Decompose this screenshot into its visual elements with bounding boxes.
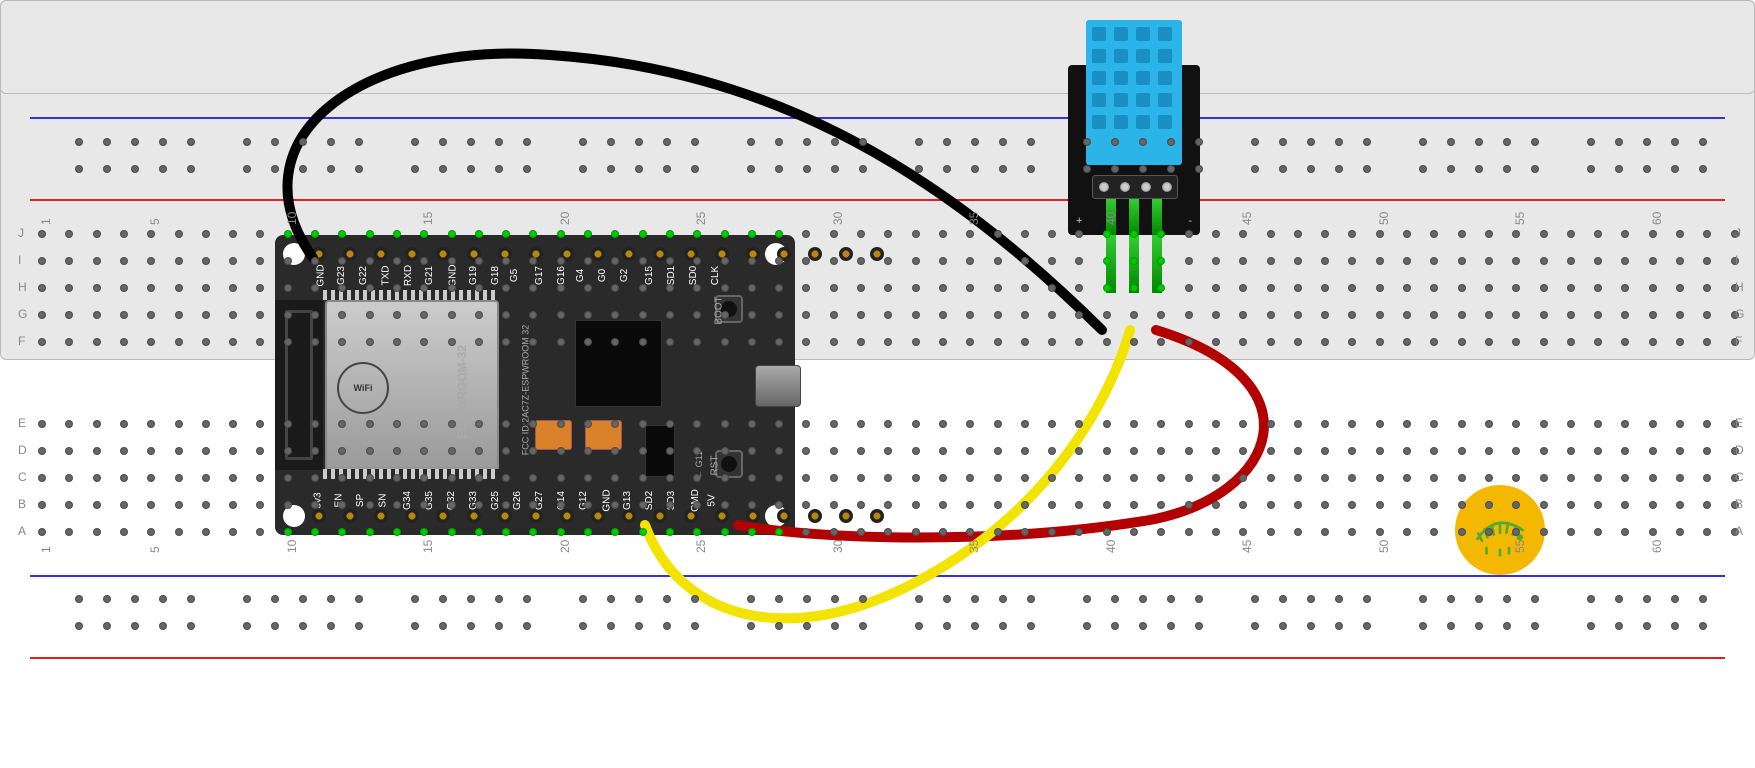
pin-g22: G22 <box>358 266 369 285</box>
col-30: 30 <box>831 212 845 225</box>
pin-g21: G21 <box>424 266 435 285</box>
dht11-module: + - <box>1068 65 1200 235</box>
pin-sd1: SD1 <box>666 266 677 285</box>
pin-g18: G18 <box>490 266 501 285</box>
esp32-shield: WiFi <box>325 300 499 474</box>
pin-clk: CLK <box>710 266 721 285</box>
col-25: 25 <box>694 212 708 225</box>
pin-5v: 5V <box>707 494 718 506</box>
col-40: 40 <box>1104 212 1118 225</box>
col-60: 60 <box>1650 540 1664 553</box>
pin-gnd: GND <box>602 489 613 511</box>
pin-g16: G16 <box>556 266 567 285</box>
hedgehog-logo-icon <box>1455 485 1545 575</box>
wiring-diagram: /*holes rendered below via dom build*/ W… <box>0 0 1755 768</box>
col-25: 25 <box>694 540 708 553</box>
pin-gnd: GND <box>316 264 327 286</box>
dht-plus-label: + <box>1076 215 1082 227</box>
col-10: 10 <box>285 212 299 225</box>
col-55: 55 <box>1513 212 1527 225</box>
esp32-mcu-chip <box>575 320 662 407</box>
col-30: 30 <box>831 540 845 553</box>
col-45: 45 <box>1240 540 1254 553</box>
usb-micro-port <box>755 365 801 407</box>
esp32-serial: 205-000519 <box>459 366 469 414</box>
col-1: 1 <box>39 546 53 553</box>
breadboard-bot <box>0 0 1755 94</box>
pin-g13: G13 <box>622 491 633 510</box>
pin-g5: G5 <box>509 269 520 282</box>
pin-sn: SN <box>377 494 388 508</box>
col-40: 40 <box>1104 540 1118 553</box>
esp32-devkit: WiFi ESP-WROOM-32 205-000519 FCC ID:2AC7… <box>275 235 795 535</box>
col-15: 15 <box>421 540 435 553</box>
pin-g19: G19 <box>468 266 479 285</box>
pin-g0: G0 <box>597 269 608 282</box>
pin-g23: G23 <box>336 266 347 285</box>
col-15: 15 <box>421 212 435 225</box>
pin-g4: G4 <box>575 269 586 282</box>
col-10: 10 <box>285 540 299 553</box>
pin-g26: G26 <box>512 491 523 510</box>
pin-g15: G15 <box>644 266 655 285</box>
pin-g17: G17 <box>534 266 545 285</box>
pin-g2: G2 <box>619 269 630 282</box>
col-55: 55 <box>1513 540 1527 553</box>
dht-minus-label: - <box>1188 215 1192 227</box>
col-1: 1 <box>39 218 53 225</box>
pin-g25: G25 <box>490 491 501 510</box>
esp32-pin-row-bottom <box>307 509 888 523</box>
col-35: 35 <box>967 540 981 553</box>
col-60: 60 <box>1650 212 1664 225</box>
pin-sd0: SD0 <box>688 266 699 285</box>
pin-txd: TXD <box>381 266 392 286</box>
col-5: 5 <box>148 218 162 225</box>
col-50: 50 <box>1377 540 1391 553</box>
col-20: 20 <box>558 540 572 553</box>
rst-label: RST <box>710 456 721 476</box>
col-20: 20 <box>558 212 572 225</box>
pin-g34: G34 <box>402 491 413 510</box>
pin-rxd: RXD <box>403 265 414 286</box>
col-50: 50 <box>1377 212 1391 225</box>
col-35: 35 <box>967 212 981 225</box>
pin-sp: SP <box>355 494 366 507</box>
col-5: 5 <box>148 546 162 553</box>
col-45: 45 <box>1240 212 1254 225</box>
